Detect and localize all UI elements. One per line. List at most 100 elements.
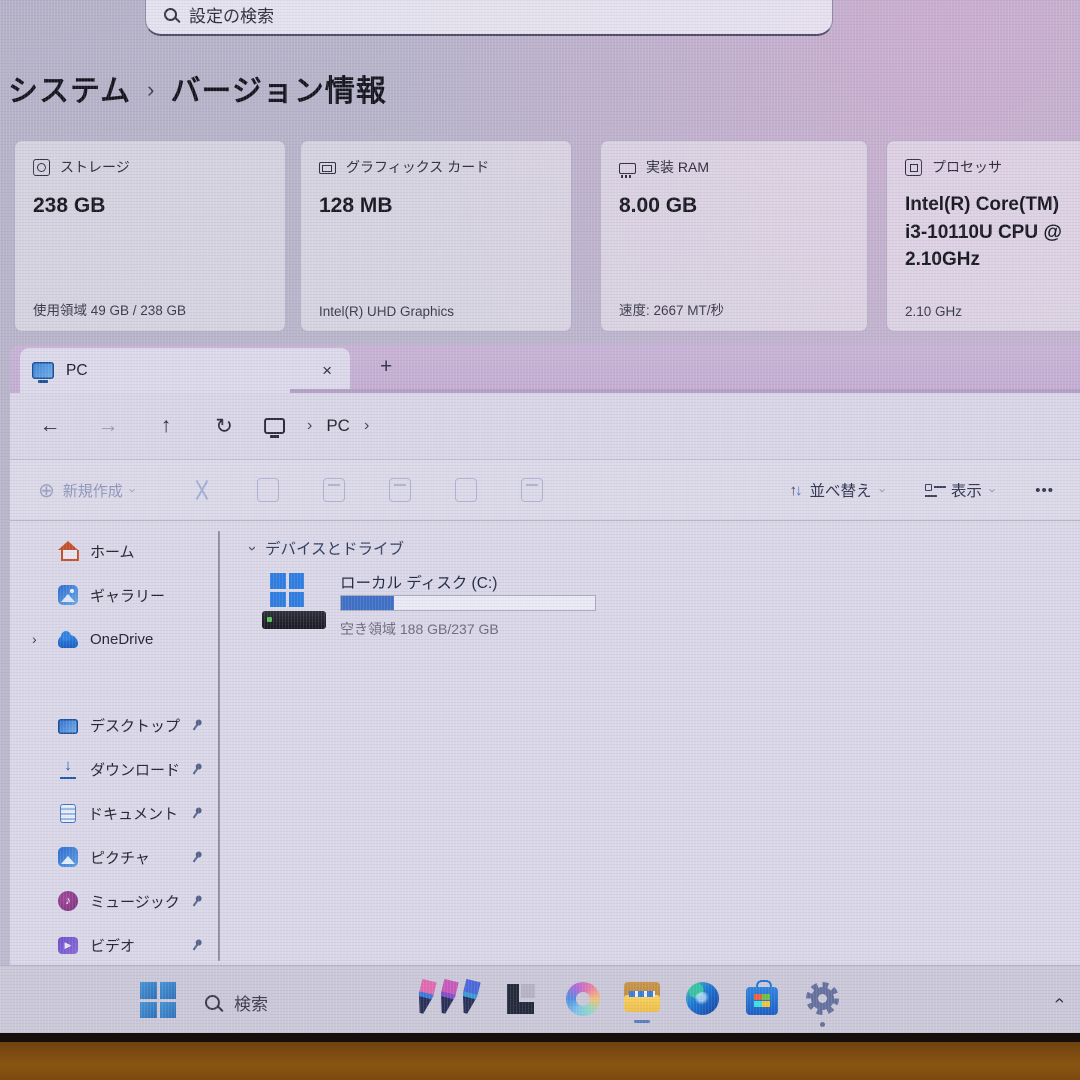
- expand-chevron-icon[interactable]: ›: [32, 631, 37, 647]
- brush-icon: [414, 979, 437, 1016]
- new-button-label: 新規作成: [63, 480, 123, 501]
- new-button[interactable]: ⊕ 新規作成 ›: [38, 478, 135, 503]
- tab-pc[interactable]: PC ×: [20, 348, 350, 393]
- file-explorer-button[interactable]: [624, 982, 660, 1012]
- settings-running-indicator: [820, 1022, 825, 1027]
- hard-drive-icon: [262, 611, 326, 629]
- more-options-button[interactable]: •••: [1035, 482, 1054, 499]
- copilot-button[interactable]: [566, 982, 600, 1016]
- sidebar-item-downloads[interactable]: ↓ ダウンロード: [10, 747, 216, 791]
- edge-browser-button[interactable]: [686, 982, 719, 1015]
- graphics-card-detail: Intel(R) UHD Graphics: [319, 304, 454, 319]
- graphics-card-value: 128 MB: [319, 191, 553, 221]
- copy-icon[interactable]: [257, 478, 279, 502]
- processor-icon: [905, 159, 922, 176]
- explorer-navbar: ← → ↑ ↻ › PC ›: [10, 393, 1080, 459]
- new-tab-button[interactable]: +: [370, 353, 402, 381]
- breadcrumb-system[interactable]: システム: [8, 66, 131, 110]
- graphics-card-icon: [319, 162, 336, 174]
- start-button[interactable]: [140, 982, 176, 1018]
- sidebar-item-pictures[interactable]: ピクチャ: [10, 835, 216, 879]
- tab-title: PC: [66, 362, 304, 380]
- sidebar-item-gallery[interactable]: ギャラリー: [10, 573, 216, 617]
- chevron-right-icon: ›: [147, 77, 154, 103]
- sidebar-divider[interactable]: [218, 531, 220, 961]
- explorer-running-indicator: [634, 1020, 650, 1023]
- l-app-button[interactable]: [505, 984, 535, 1014]
- section-title: デバイスとドライブ: [265, 537, 404, 559]
- this-pc-icon: [264, 418, 285, 434]
- settings-button[interactable]: [806, 982, 839, 1015]
- devices-and-drives-header[interactable]: › デバイスとドライブ: [250, 537, 404, 559]
- back-button[interactable]: ←: [28, 414, 72, 438]
- ram-card-detail: 速度: 2667 MT/秒: [619, 299, 724, 319]
- processor-card-detail: 2.10 GHz: [905, 304, 962, 319]
- share-icon[interactable]: [455, 478, 477, 502]
- collapse-chevron-icon[interactable]: ›: [244, 546, 261, 551]
- rename-icon[interactable]: [389, 478, 411, 502]
- monitor-bezel: [0, 1033, 1080, 1042]
- sidebar-item-desktop[interactable]: デスクトップ: [10, 703, 216, 747]
- about-spec-cards: ストレージ 238 GB 使用領域 49 GB / 238 GB グラフィックス…: [0, 140, 1080, 332]
- processor-card-label: プロセッサ: [932, 157, 1002, 177]
- settings-search-box[interactable]: 設定の検索: [145, 0, 833, 36]
- pin-icon: [189, 805, 204, 821]
- ram-card: 実装 RAM 8.00 GB 速度: 2667 MT/秒: [600, 140, 868, 332]
- view-button[interactable]: 表示 ›: [925, 479, 995, 501]
- documents-icon: [60, 804, 76, 823]
- breadcrumb: システム › バージョン情報: [8, 66, 387, 110]
- file-explorer-window: PC × + ← → ↑ ↻ › PC › ⊕: [10, 345, 1080, 965]
- windows-screen: 設定の検索 システム › バージョン情報 ストレージ 238 GB 使用領域 4…: [0, 0, 1080, 1033]
- pin-icon: [189, 937, 204, 953]
- photo-of-screen: 設定の検索 システム › バージョン情報 ストレージ 238 GB 使用領域 4…: [0, 0, 1080, 1080]
- storage-icon: [33, 159, 50, 176]
- search-icon: [205, 995, 220, 1010]
- page-title: バージョン情報: [170, 66, 386, 110]
- pictures-icon: [58, 847, 78, 867]
- taskbar: 検索 ›: [0, 965, 1080, 1033]
- sort-label: 並べ替え: [810, 479, 872, 501]
- view-label: 表示: [951, 479, 982, 501]
- sidebar-item-onedrive[interactable]: › OneDrive: [10, 617, 216, 661]
- drive-usage-bar: [340, 595, 596, 611]
- sort-button[interactable]: ↑↓ 並べ替え ›: [790, 479, 885, 501]
- processor-card: プロセッサ Intel(R) Core(TM) i3-10110U CPU @ …: [886, 140, 1080, 332]
- chevron-down-icon: ›: [986, 488, 1001, 492]
- ram-card-label: 実装 RAM: [646, 157, 709, 177]
- explorer-tabstrip: PC × +: [10, 345, 1080, 393]
- paint-brushes-app-button[interactable]: [418, 980, 477, 1014]
- videos-icon: ▶: [58, 937, 78, 954]
- sidebar-item-music[interactable]: ♪ ミュージック: [10, 879, 216, 923]
- music-icon: ♪: [58, 891, 78, 911]
- microsoft-store-button[interactable]: [746, 980, 778, 1016]
- sidebar-item-home[interactable]: ホーム: [10, 529, 216, 573]
- sidebar-item-videos[interactable]: ▶ ビデオ: [10, 923, 216, 967]
- taskbar-search-button[interactable]: 検索: [205, 990, 268, 1015]
- tab-close-icon[interactable]: ×: [316, 359, 338, 383]
- home-icon: [58, 541, 78, 561]
- delete-icon[interactable]: [521, 478, 543, 502]
- refresh-button[interactable]: ↻: [202, 414, 246, 439]
- pin-icon: [189, 849, 204, 865]
- desktop-icon: [58, 719, 78, 734]
- forward-button[interactable]: →: [86, 414, 130, 438]
- up-button[interactable]: ↑: [144, 414, 188, 438]
- drive-name[interactable]: ローカル ディスク (C:): [340, 571, 497, 593]
- view-icon: [925, 483, 942, 498]
- storage-card-detail: 使用領域 49 GB / 238 GB: [33, 299, 186, 319]
- local-disk-icon[interactable]: [262, 573, 328, 629]
- tray-overflow-chevron-icon[interactable]: ›: [1049, 998, 1070, 1004]
- downloads-icon: ↓: [58, 759, 78, 779]
- pin-icon: [189, 717, 204, 733]
- pin-icon: [189, 893, 204, 909]
- cut-icon[interactable]: [191, 478, 213, 502]
- brush-icon: [436, 979, 459, 1016]
- explorer-content: › デバイスとドライブ ローカル ディスク (C:) 空き領域 188 GB/2…: [234, 521, 1080, 965]
- sort-icon: ↑↓: [790, 482, 801, 499]
- storage-card-value: 238 GB: [33, 191, 267, 221]
- explorer-toolbar: ⊕ 新規作成 › ↑↓ 並べ替え ›: [10, 459, 1080, 521]
- chevron-down-icon: ›: [875, 488, 890, 492]
- paste-icon[interactable]: [323, 478, 345, 502]
- breadcrumb-pc[interactable]: PC: [326, 416, 350, 436]
- sidebar-item-documents[interactable]: ドキュメント: [10, 791, 216, 835]
